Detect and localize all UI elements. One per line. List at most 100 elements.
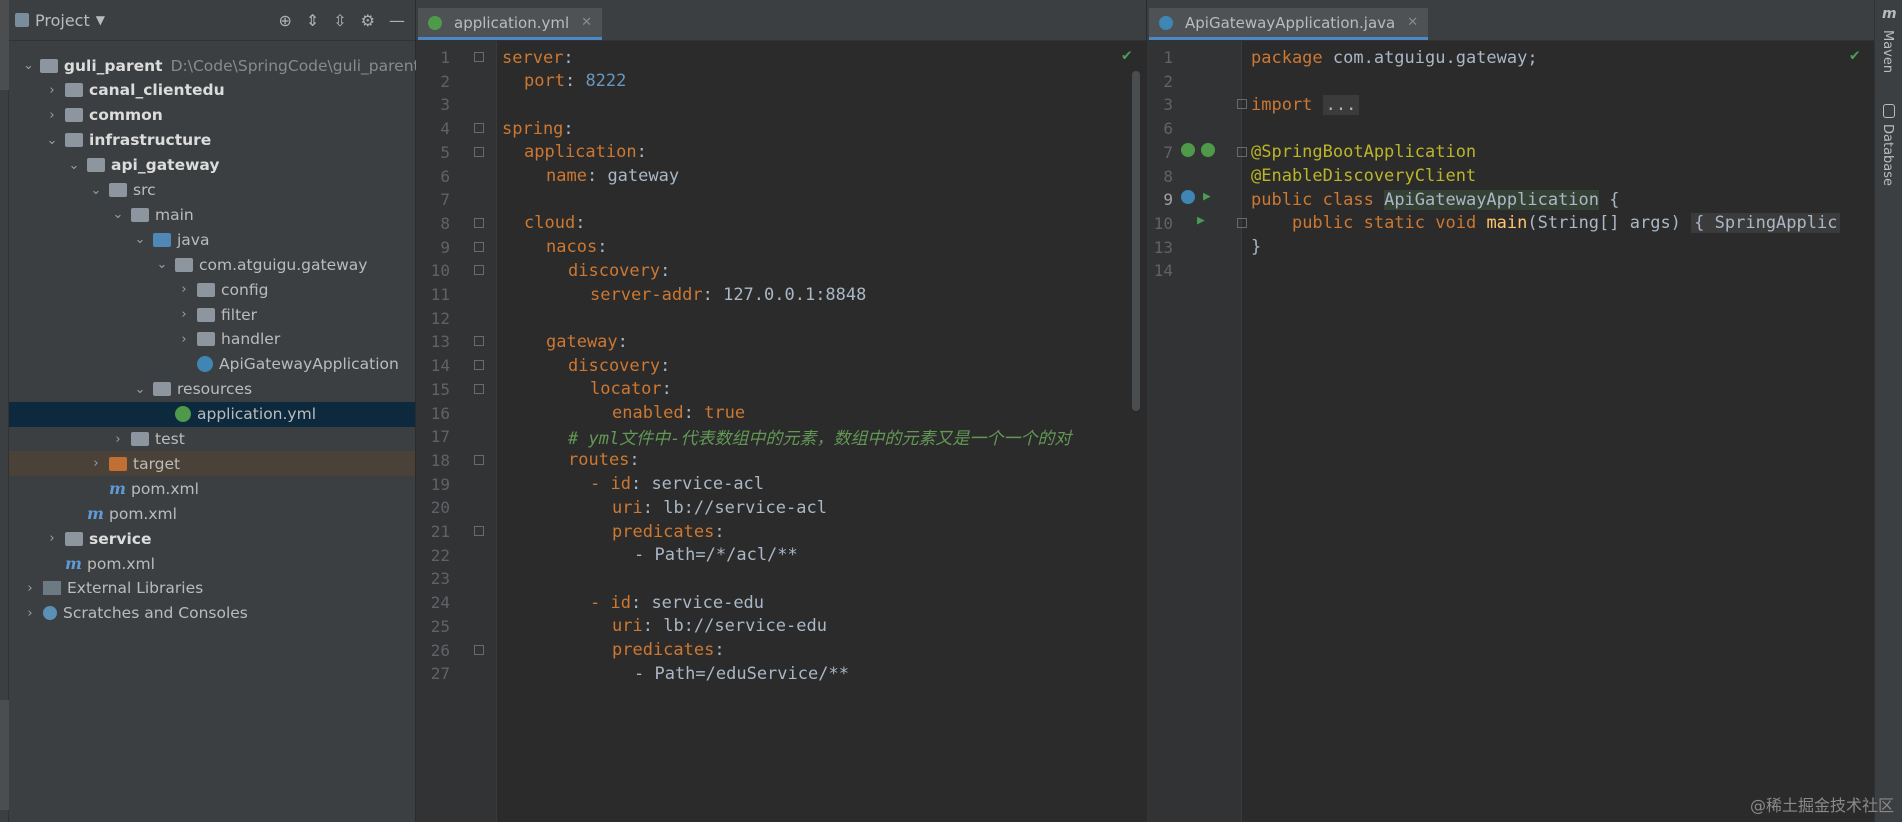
tree-item[interactable]: › filter (9, 302, 415, 327)
chevron-right-icon[interactable]: › (177, 282, 191, 297)
module-folder-icon (65, 83, 83, 98)
chevron-down-icon[interactable]: ⌄ (89, 183, 103, 198)
tree-item[interactable]: › test (9, 427, 415, 452)
tree-item-label: infrastructure (89, 131, 212, 150)
fold-marker-icon[interactable] (1237, 146, 1247, 157)
tree-item[interactable]: ApiGatewayApplication (9, 352, 415, 377)
fold-marker-icon[interactable] (474, 241, 484, 252)
tree-item[interactable]: ⌄ main (9, 202, 415, 227)
tree-item[interactable]: › service (9, 526, 415, 551)
fold-marker-icon[interactable] (1237, 99, 1247, 110)
tree-item[interactable]: ⌄ infrastructure (9, 128, 415, 153)
yaml-key: server-addr (590, 284, 703, 305)
java-editor[interactable]: 1 package com.atguigu.gateway; 2 3 import ..… (1147, 41, 1874, 822)
tree-item[interactable]: › config (9, 277, 415, 302)
spring-bean-icon[interactable] (1181, 142, 1195, 157)
inspection-ok-icon: ✔ (1122, 45, 1132, 64)
tree-item[interactable]: m pom.xml (9, 501, 415, 526)
chevron-down-icon[interactable]: ⌄ (155, 257, 169, 272)
package-icon (197, 282, 215, 297)
code-line: server-addr: 127.0.0.1:8848 (590, 280, 866, 309)
yaml-key: spring (502, 118, 564, 139)
maven-tool-tab[interactable]: Maven (1880, 30, 1895, 73)
chevron-right-icon[interactable]: › (45, 108, 59, 123)
tree-item[interactable]: › Scratches and Consoles (9, 601, 415, 626)
close-icon[interactable]: ✕ (1407, 15, 1418, 30)
tab-apigatewayapplication-java[interactable]: ApiGatewayApplication.java ✕ (1149, 8, 1429, 40)
tree-item[interactable]: › target (9, 451, 415, 477)
tree-item[interactable]: ⌄ api_gateway (9, 153, 415, 178)
tree-item[interactable]: ⌄ java (9, 227, 415, 252)
chevron-down-icon[interactable]: ⌄ (45, 133, 59, 148)
tree-item[interactable]: application.yml (9, 401, 415, 427)
chevron-right-icon[interactable]: › (23, 581, 37, 596)
close-icon[interactable]: ✕ (581, 15, 592, 30)
project-view-selector[interactable]: Project ▼ (15, 11, 105, 30)
tree-item[interactable]: ⌄ com.atguigu.gateway (9, 252, 415, 277)
database-tool-tab[interactable]: Database (1880, 124, 1895, 186)
tree-item-label: common (89, 106, 163, 125)
locate-icon[interactable]: ⊕ (278, 11, 291, 30)
run-icon[interactable]: ▶ (1197, 213, 1205, 228)
spring-config-icon[interactable] (1201, 142, 1215, 157)
tree-item-label: application.yml (197, 405, 317, 424)
fold-marker-icon[interactable] (474, 52, 484, 62)
chevron-right-icon[interactable]: › (177, 332, 191, 347)
tree-item[interactable]: ⌄ resources (9, 377, 415, 402)
expand-all-icon[interactable]: ⇕ (306, 11, 319, 30)
yaml-key: discovery (568, 355, 661, 376)
yaml-colon: : (702, 284, 724, 305)
tree-item[interactable]: › canal_clientedu (9, 78, 415, 103)
fold-marker-icon[interactable] (474, 644, 484, 655)
fold-marker-icon[interactable] (474, 360, 484, 371)
chevron-right-icon[interactable]: › (23, 606, 37, 621)
fold-marker-icon[interactable] (474, 454, 484, 465)
tree-item[interactable]: › External Libraries (9, 576, 415, 601)
gear-icon[interactable]: ⚙ (361, 11, 375, 30)
tab-label: ApiGatewayApplication.java (1185, 13, 1396, 32)
tab-application-yml[interactable]: application.yml ✕ (418, 8, 603, 40)
fold-marker-icon[interactable] (474, 383, 484, 394)
tree-item[interactable]: m pom.xml (9, 476, 415, 501)
fold-marker-icon[interactable] (474, 217, 484, 228)
chevron-down-icon[interactable]: ⌄ (133, 382, 147, 397)
fold-marker-icon[interactable] (474, 123, 484, 134)
hide-icon[interactable]: — (389, 11, 405, 30)
line-number: 14 (1153, 261, 1173, 281)
chevron-down-icon[interactable]: ⌄ (23, 58, 34, 73)
fold-marker-icon[interactable] (474, 146, 484, 157)
folded-code[interactable]: ... (1322, 94, 1360, 115)
chevron-right-icon[interactable]: › (45, 531, 59, 546)
chevron-down-icon[interactable]: ⌄ (111, 207, 125, 222)
java-class-icon (1159, 15, 1173, 30)
database-icon[interactable] (1883, 104, 1895, 118)
folder-icon (109, 183, 127, 197)
chevron-right-icon[interactable]: › (111, 432, 125, 447)
chevron-down-icon[interactable]: ⌄ (133, 232, 147, 247)
scrollbar[interactable] (1132, 71, 1140, 411)
collapse-all-icon[interactable]: ⇳ (333, 11, 346, 30)
tree-item[interactable]: › handler (9, 327, 415, 352)
run-icon[interactable]: ▶ (1203, 189, 1211, 204)
tree-item[interactable]: m pom.xml (9, 551, 415, 576)
yml-editor[interactable]: 1 server: 2 port: 8222 3 4 spring: 5 applicati… (416, 41, 1146, 822)
chevron-right-icon[interactable]: › (177, 307, 191, 322)
tree-item-label: api_gateway (111, 156, 220, 175)
fold-marker-icon[interactable] (474, 336, 484, 347)
code-token: ApiGatewayApplication (1384, 189, 1600, 210)
maven-icon[interactable]: m (1882, 6, 1897, 22)
folded-code[interactable]: { SpringApplic (1691, 213, 1841, 234)
fold-marker-icon[interactable] (1237, 217, 1247, 228)
fold-marker-icon[interactable] (474, 526, 484, 536)
resources-folder-icon (153, 382, 171, 397)
chevron-right-icon[interactable]: › (89, 456, 103, 471)
package-icon (197, 332, 215, 347)
tree-item[interactable]: › common (9, 103, 415, 128)
tree-item[interactable]: ⌄ src (9, 178, 415, 203)
chevron-down-icon[interactable]: ⌄ (67, 158, 81, 173)
fold-marker-icon[interactable] (474, 265, 484, 276)
yaml-colon: : (714, 521, 735, 542)
tree-item[interactable]: ⌄ guli_parent D:\Code\SpringCode\guli_pare… (9, 53, 420, 78)
chevron-right-icon[interactable]: › (45, 83, 59, 98)
